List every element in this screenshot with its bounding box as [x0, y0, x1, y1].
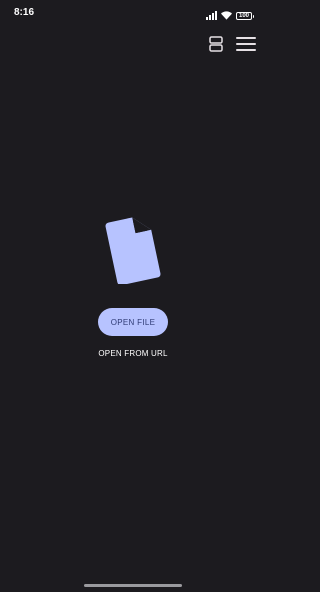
open-file-button[interactable]: OPEN FILE: [98, 308, 168, 336]
battery-level: 100: [238, 13, 249, 19]
status-bar: 8:16 100: [0, 0, 266, 24]
wifi-icon: [221, 7, 232, 25]
battery-icon: 100: [236, 12, 254, 20]
open-from-url-button[interactable]: OPEN FROM URL: [90, 345, 175, 362]
app-screen: 8:16 100 OPEN FILE OPEN FROM URL: [0, 0, 266, 592]
split-view-button[interactable]: [206, 35, 226, 57]
menu-icon: [236, 36, 256, 56]
menu-button[interactable]: [236, 36, 256, 56]
split-view-icon: [209, 35, 223, 57]
document-icon: [98, 200, 168, 300]
home-indicator[interactable]: [84, 584, 182, 587]
status-icons: 100: [206, 7, 254, 25]
top-actions: [206, 35, 256, 57]
status-time: 8:16: [14, 7, 35, 18]
signal-icon: [206, 7, 217, 25]
empty-state: OPEN FILE OPEN FROM URL: [0, 200, 266, 362]
